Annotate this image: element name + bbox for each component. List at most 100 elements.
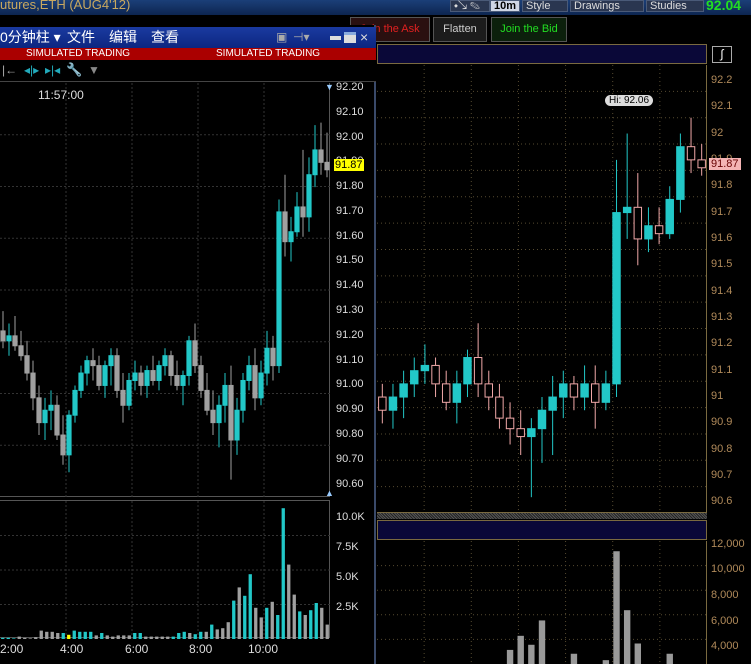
volume-bar — [133, 633, 137, 639]
candle-body — [654, 225, 664, 235]
wrench-icon[interactable]: 🔧 — [66, 62, 82, 78]
axis-tick-label: 10.0K — [336, 511, 365, 523]
volume-bar — [67, 634, 71, 639]
bar-interval-menu[interactable]: 0分钟柱 ▾ — [0, 27, 61, 48]
candle-body — [463, 357, 472, 385]
volume-bar — [160, 636, 164, 639]
axis-tick-label: 92 — [711, 126, 724, 139]
volume-bar — [226, 622, 230, 639]
volume-bar — [320, 607, 324, 639]
candle-body — [537, 409, 547, 430]
scroll-left-icon[interactable]: |← — [2, 63, 17, 77]
drawing-tools-icon[interactable]: ⬩↘ ✎ — [450, 0, 490, 12]
candle-body — [452, 383, 462, 403]
volume-bar — [243, 595, 247, 639]
volume-bar — [221, 628, 225, 639]
time-tick-label: 4:00 — [60, 642, 84, 656]
candle-body — [686, 146, 696, 161]
time-tick-label: 10:00 — [248, 642, 279, 656]
axis-tick-label: 91.70 — [336, 204, 364, 217]
drawings-button[interactable]: Drawings — [570, 0, 644, 12]
window-title: utures,ETH (AUG4'12) — [0, 0, 131, 12]
candle-body — [30, 372, 36, 399]
pane-splitter[interactable] — [377, 513, 707, 519]
candle-body — [697, 159, 706, 169]
flatten-button[interactable]: Flatten — [433, 17, 487, 42]
candle-body — [388, 396, 398, 411]
candle-body — [318, 149, 324, 163]
scroll-up-icon[interactable]: ▼ — [325, 82, 334, 92]
volume-bar — [28, 638, 32, 639]
candle-body — [96, 365, 102, 386]
volume-bar — [39, 630, 43, 639]
menu-edit[interactable]: 编辑 — [109, 27, 137, 48]
pin-icon[interactable]: ⊣▾ — [293, 27, 309, 48]
left-window-menubar: 0分钟柱 ▾ 文件 编辑 查看 ▣ ⊣▾ × — [0, 27, 376, 48]
candle-body — [378, 396, 387, 411]
link-icon[interactable]: ▣ — [276, 27, 287, 48]
left-chart-toolbar: |← ◂|▸ ▸|◂ 🔧 ▼ — [0, 60, 376, 82]
volume-bar — [215, 629, 219, 639]
candle-body — [126, 379, 132, 406]
left-price-axis: 92.2092.1092.0091.9091.8091.7091.6091.50… — [334, 80, 376, 497]
candle-body — [132, 372, 138, 381]
candle-body — [228, 384, 234, 441]
candle-body — [420, 364, 430, 372]
volume-bar — [89, 631, 93, 639]
zoom-icon[interactable]: ◂|▸ — [24, 63, 39, 77]
axis-tick-label: 92.10 — [336, 105, 364, 118]
volume-bar — [265, 607, 269, 639]
axis-tick-label: 91.1 — [711, 363, 733, 376]
volume-bar — [111, 636, 115, 639]
candle-body — [210, 409, 216, 424]
candle-body — [270, 347, 276, 367]
maximize-icon[interactable] — [344, 32, 356, 43]
axis-tick-label: 91.6 — [711, 231, 733, 244]
volume-bar — [78, 631, 82, 639]
volume-bar — [259, 617, 263, 639]
right-price-tag: 91.87 — [709, 158, 741, 170]
axis-tick-label: 90.90 — [336, 403, 364, 416]
candle-body — [114, 355, 120, 391]
candle-body — [48, 404, 54, 411]
axis-tick-label: 4,000 — [711, 640, 739, 653]
candle-body — [162, 355, 168, 367]
dropdown-icon[interactable]: ▼ — [88, 63, 100, 77]
style-button[interactable]: Style — [522, 0, 568, 12]
fit-icon[interactable]: ▸|◂ — [45, 63, 60, 77]
candle-body — [72, 389, 78, 416]
sim-label: SIMULATED TRADING — [26, 48, 131, 59]
simulated-trading-banner: SIMULATED TRADING SIMULATED TRADING — [0, 48, 376, 60]
left-price-chart[interactable] — [0, 83, 330, 497]
volume-bar — [538, 620, 546, 664]
candle-body — [120, 389, 126, 406]
scroll-down-icon[interactable]: ▲ — [325, 488, 334, 498]
interval-button[interactable]: 10m — [490, 0, 520, 12]
right-price-chart[interactable] — [377, 65, 707, 513]
candle-body — [473, 357, 483, 385]
close-icon[interactable]: × — [360, 27, 368, 48]
volume-bar — [50, 631, 54, 639]
volume-bar — [570, 653, 578, 664]
volume-bar — [634, 643, 641, 664]
chart-style-icon[interactable]: ∫ — [712, 46, 732, 63]
left-time-axis: 2:00 4:00 6:00 8:00 10:00 — [0, 640, 330, 664]
volume-bar — [188, 633, 192, 639]
minimize-icon[interactable] — [330, 36, 341, 40]
studies-button[interactable]: Studies — [646, 0, 704, 12]
volume-bar — [45, 631, 49, 639]
volume-bar — [122, 635, 126, 639]
volume-bar — [149, 636, 153, 639]
volume-bar — [199, 631, 203, 639]
menu-view[interactable]: 查看 — [151, 27, 179, 48]
join-bid-button[interactable]: Join the Bid — [491, 17, 567, 42]
axis-tick-label: 5.0K — [336, 571, 359, 583]
volume-bar — [166, 636, 170, 639]
volume-bar — [666, 653, 673, 664]
candle-body — [216, 404, 222, 424]
axis-tick-label: 91.5 — [711, 258, 733, 271]
menu-file[interactable]: 文件 — [67, 27, 95, 48]
axis-tick-label: 92.00 — [336, 130, 364, 143]
axis-tick-label: 92.20 — [336, 80, 364, 93]
candle-body — [24, 355, 30, 374]
